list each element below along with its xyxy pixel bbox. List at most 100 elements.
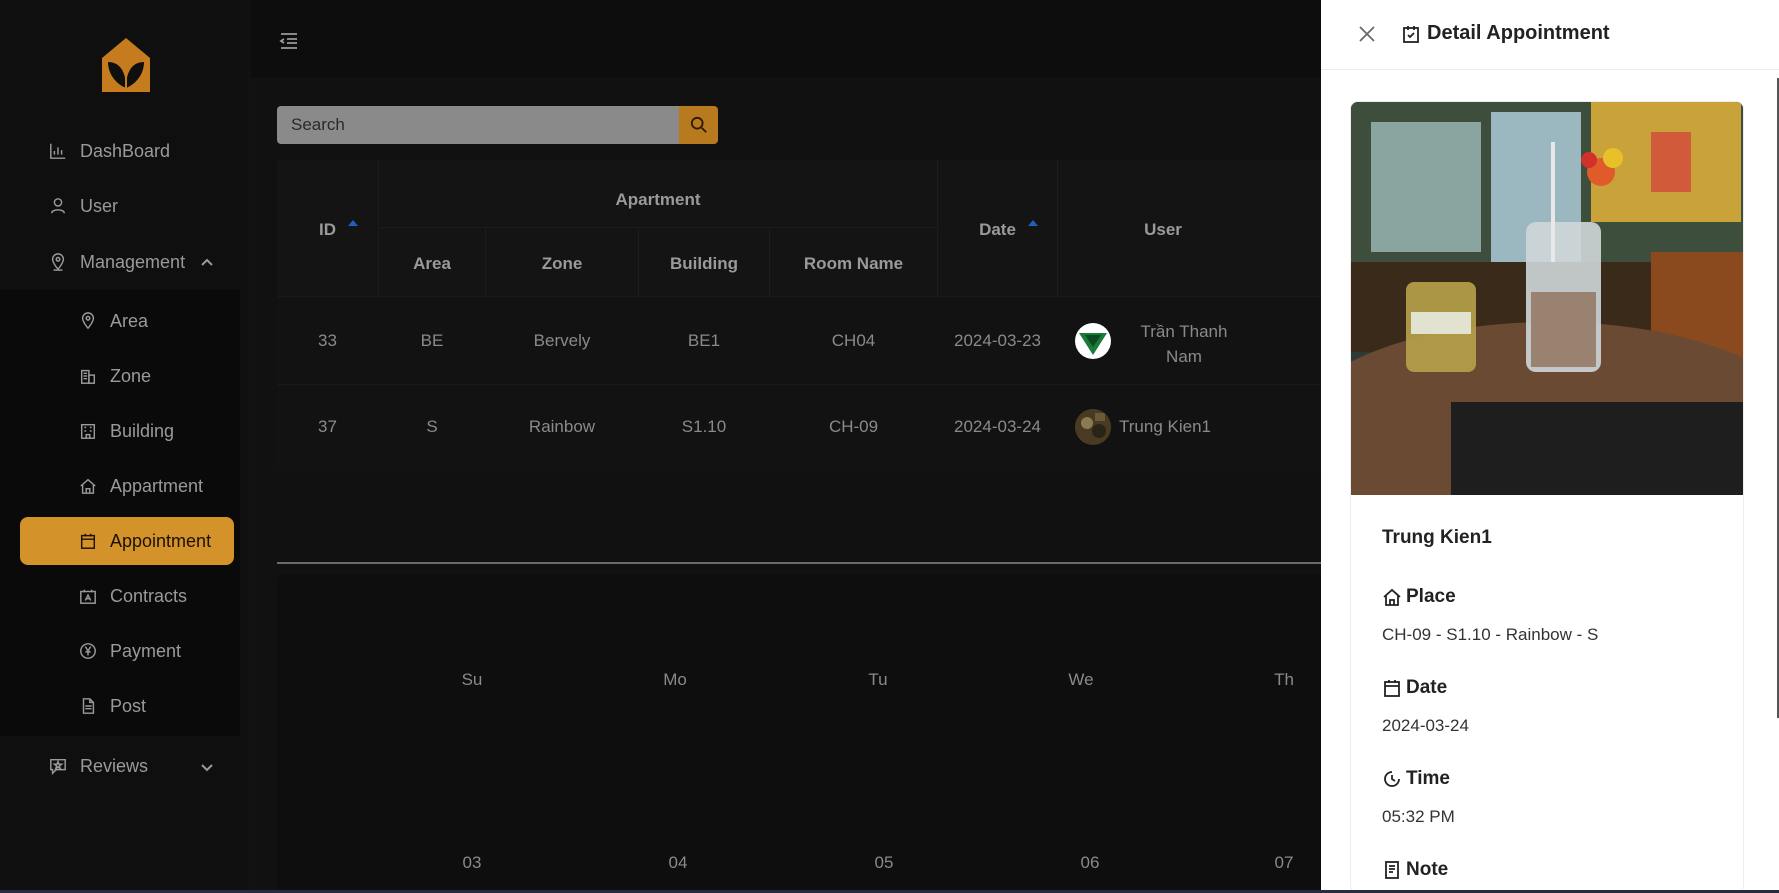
calendar-icon <box>1382 678 1406 698</box>
avatar <box>1075 323 1111 359</box>
apartment-photo <box>1351 102 1743 542</box>
cell-user: Trung Kien1 <box>1119 417 1211 436</box>
sidebar-item-appointment[interactable]: Appointment <box>20 517 234 565</box>
sidebar-item-reviews[interactable]: Reviews <box>20 742 234 790</box>
cell-zone: Rainbow <box>528 417 596 436</box>
bar-chart-icon <box>48 141 68 161</box>
drawer-header: Detail Appointment <box>1321 0 1779 70</box>
sidebar-item-post[interactable]: Post <box>20 682 234 730</box>
close-icon <box>1357 26 1377 48</box>
note-label-text: Note <box>1406 859 1449 880</box>
sidebar-item-appartment[interactable]: Appartment <box>20 462 234 510</box>
column-header-area: Area <box>413 254 451 273</box>
table-row[interactable]: 33 BE Bervely BE1 CH04 2024-03-23 Trần T… <box>277 296 1330 384</box>
sidebar: DashBoard User Management Area Zone Buil… <box>0 0 250 893</box>
calendar-date-cell[interactable]: 04 <box>648 853 708 873</box>
appointment-detail-drawer: Detail Appointment Trung Kien1 Place CH-… <box>1321 0 1779 893</box>
sort-ascending-icon[interactable] <box>1028 220 1038 226</box>
column-header-id[interactable]: ID <box>277 220 378 240</box>
sidebar-item-label: Area <box>110 310 149 331</box>
yen-icon <box>78 641 98 661</box>
column-header-building: Building <box>670 254 738 273</box>
section-divider <box>277 562 1330 564</box>
search-bar <box>277 106 718 144</box>
home-icon <box>78 476 98 496</box>
topbar <box>250 0 1330 78</box>
main-content: ID Apartment Area Zone Building Room Nam… <box>250 0 1330 893</box>
calendar-day-header: Mo <box>663 670 687 689</box>
sidebar-item-payment[interactable]: Payment <box>20 627 234 675</box>
time-label: Time <box>1382 768 1450 790</box>
clock-icon <box>1382 769 1406 789</box>
date-label-text: Date <box>1406 677 1448 698</box>
sidebar-item-label: Contracts <box>110 585 188 606</box>
appointment-card: Trung Kien1 Place CH-09 - S1.10 - Rainbo… <box>1350 101 1744 893</box>
place-value: CH-09 - S1.10 - Rainbow - S <box>1382 625 1599 644</box>
date-value: 2024-03-24 <box>1382 716 1469 735</box>
document-icon <box>78 696 98 716</box>
cell-zone: Bervely <box>533 331 591 350</box>
sidebar-item-building[interactable]: Building <box>20 407 234 455</box>
calendar-day-header: Tu <box>868 670 888 689</box>
search-button[interactable] <box>679 106 718 144</box>
sidebar-item-label: User <box>80 195 119 216</box>
sidebar-item-dashboard[interactable]: DashBoard <box>20 127 234 175</box>
cell-building: S1.10 <box>681 417 727 436</box>
cell-id: 37 <box>318 417 337 436</box>
sidebar-item-label: Building <box>110 420 175 441</box>
column-header-room-name: Room Name <box>803 254 904 273</box>
review-icon <box>48 756 68 776</box>
sidebar-item-management[interactable]: Management <box>20 238 234 286</box>
calendar-day-header: Su <box>461 670 483 689</box>
zone-building-icon <box>78 366 98 386</box>
column-header-user: User <box>1144 220 1182 239</box>
search-input[interactable] <box>277 106 679 144</box>
avatar <box>1075 409 1111 445</box>
drawer-title-text: Detail Appointment <box>1427 22 1610 44</box>
chevron-up-icon <box>200 254 214 268</box>
home-icon <box>1382 587 1406 607</box>
drawer-title: Detail Appointment <box>1401 22 1610 45</box>
calendar-date-cell[interactable]: 05 <box>854 853 914 873</box>
calendar-icon <box>78 531 98 551</box>
note-icon <box>1382 860 1406 880</box>
calendar-day-header: We <box>1068 670 1094 689</box>
sidebar-item-label: Post <box>110 695 147 716</box>
column-header-date[interactable]: Date <box>938 220 1057 240</box>
calendar: Su Mo Tu We Th 03 04 05 06 07 <box>277 574 1330 893</box>
sidebar-item-area[interactable]: Area <box>20 297 234 345</box>
table-row[interactable]: 37 S Rainbow S1.10 CH-09 2024-03-24 Trun… <box>277 384 1330 470</box>
sort-ascending-icon[interactable] <box>348 220 358 226</box>
note-label: Note <box>1382 859 1448 881</box>
close-button[interactable] <box>1357 24 1379 46</box>
calendar-date-cell[interactable]: 06 <box>1060 853 1120 873</box>
time-label-text: Time <box>1406 768 1451 789</box>
column-group-apartment: Apartment <box>615 190 701 209</box>
sidebar-item-label: Reviews <box>80 755 149 776</box>
sidebar-item-label: Management <box>80 251 186 272</box>
map-pin-icon <box>78 311 98 331</box>
user-name-line1: Trần Thanh <box>1140 322 1228 341</box>
calendar-check-icon <box>1401 24 1427 44</box>
sidebar-item-contracts[interactable]: Contracts <box>20 572 234 620</box>
date-label: Date <box>1382 677 1447 699</box>
cell-room-name: CH-09 <box>828 417 879 436</box>
search-icon <box>690 116 708 134</box>
sidebar-item-label: Appointment <box>110 530 212 551</box>
user-name-line2: Nam <box>1166 347 1202 366</box>
sidebar-item-user[interactable]: User <box>20 182 234 230</box>
chevron-down-icon <box>200 758 214 772</box>
menu-fold-icon[interactable] <box>278 30 300 52</box>
app-logo[interactable] <box>94 32 158 96</box>
cell-area: S <box>426 417 438 436</box>
cell-date: 2024-03-23 <box>954 331 1041 350</box>
customer-name: Trung Kien1 <box>1382 527 1492 548</box>
place-label: Place <box>1382 586 1456 608</box>
sidebar-item-label: Zone <box>110 365 152 386</box>
calendar-date-cell[interactable]: 07 <box>1254 853 1314 873</box>
sidebar-item-zone[interactable]: Zone <box>20 352 234 400</box>
calendar-date-cell[interactable]: 03 <box>442 853 502 873</box>
column-header-zone: Zone <box>541 254 583 273</box>
calendar-day-header: Th <box>1274 670 1294 689</box>
cell-date: 2024-03-24 <box>954 417 1041 436</box>
